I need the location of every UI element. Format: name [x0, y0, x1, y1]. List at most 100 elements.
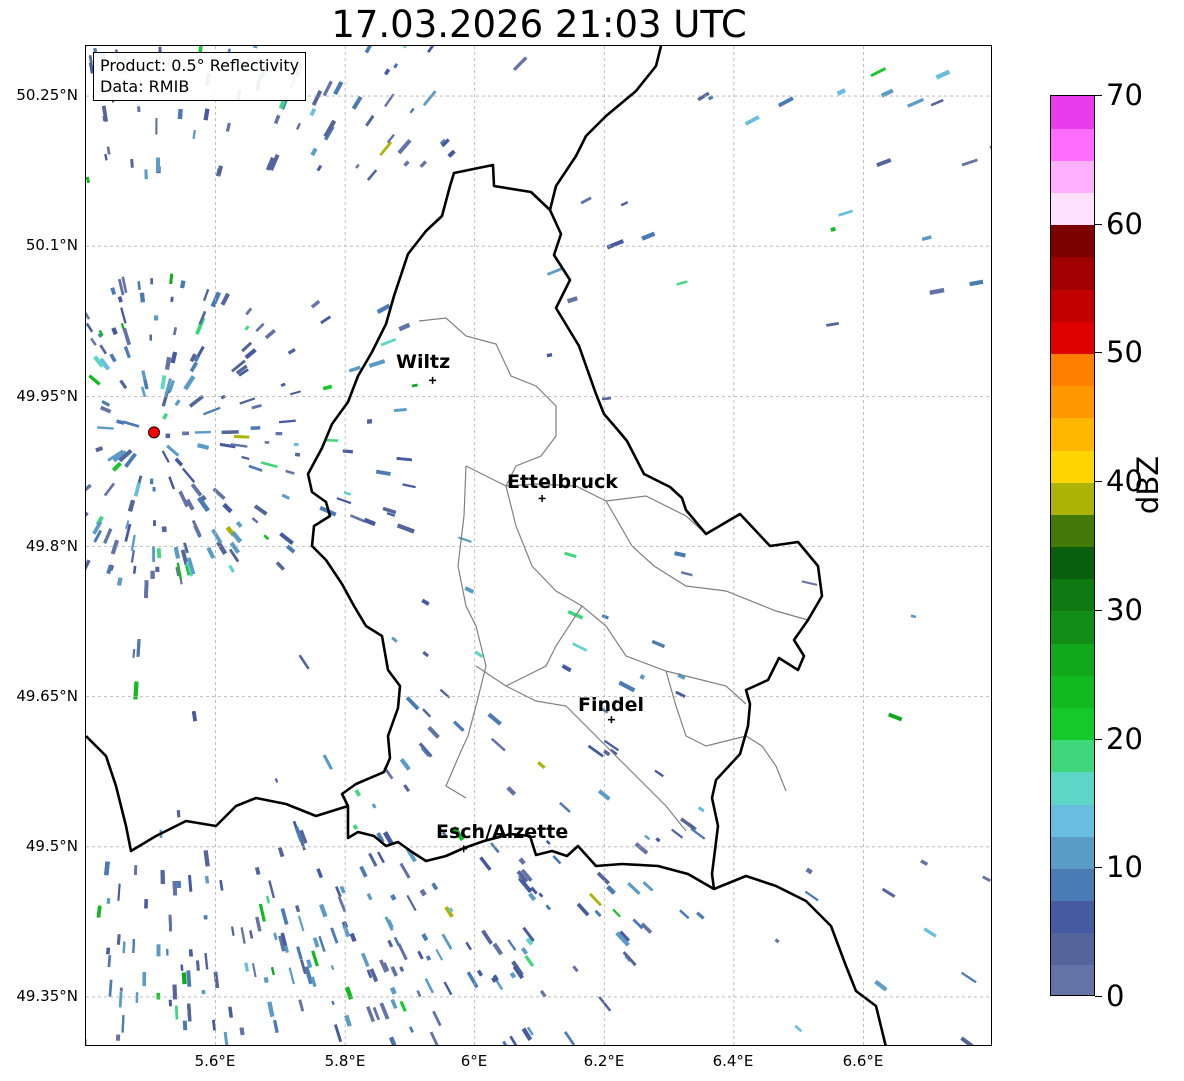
echo-cell [580, 196, 592, 205]
echo-cell [640, 922, 653, 934]
echo-cell [156, 157, 161, 173]
colorbar-tick-mark [1095, 481, 1102, 483]
echo-cell [90, 337, 97, 346]
echo-cell [375, 469, 391, 476]
echo-cell [680, 817, 696, 830]
echo-cell [447, 149, 456, 158]
echo-cell [251, 404, 262, 410]
echo-cell [559, 801, 571, 813]
echo-cell [191, 519, 202, 537]
echo-cell [355, 163, 360, 169]
colorbar-tick-mark [1095, 352, 1102, 354]
echo-cell [168, 999, 172, 1007]
echo-cell [390, 998, 398, 1010]
lat-tick-label: 50.25°N [16, 86, 78, 104]
echo-cell [174, 457, 184, 467]
echo-cell [176, 809, 181, 818]
echo-cell [403, 160, 410, 167]
city-label-esch-alzette: Esch/Alzette [436, 821, 569, 843]
echo-cell [88, 374, 101, 386]
echo-cell [132, 938, 135, 953]
echo-cell [566, 296, 578, 304]
echo-cell [379, 141, 393, 157]
reflectivity-layer [86, 46, 991, 1046]
echo-cell [696, 911, 705, 920]
echo-cell [177, 108, 183, 120]
echo-cell [425, 955, 432, 961]
echo-cell [881, 887, 896, 898]
canton-border [505, 605, 583, 687]
echo-cell [280, 908, 289, 926]
echo-cell [221, 430, 239, 435]
echo-cell [431, 882, 439, 891]
canton-border [418, 317, 557, 487]
echo-cell [876, 158, 892, 167]
echo-cell [130, 534, 136, 551]
echo-cell [86, 511, 89, 519]
colorbar-segment [1051, 96, 1094, 129]
echo-cell [465, 941, 473, 951]
echo-cell [422, 90, 437, 107]
echo-cell [155, 566, 160, 573]
echo-cell [443, 981, 453, 996]
echo-cell [402, 483, 416, 489]
echo-cell [97, 426, 114, 430]
echo-cell [117, 883, 121, 901]
echo-cell [680, 571, 693, 577]
echo-cell [129, 1045, 133, 1046]
echo-cell [304, 966, 314, 985]
echo-cell [422, 708, 432, 718]
echo-cell [169, 273, 174, 285]
echo-cell [86, 559, 91, 572]
echo-cell [155, 118, 158, 135]
echo-cell [774, 938, 780, 944]
echo-cell [333, 81, 344, 96]
lat-tick-label: 49.5°N [25, 837, 78, 855]
product-info-box: Product: 0.5° Reflectivity Data: RMIB [93, 52, 307, 101]
radar-map[interactable] [85, 45, 992, 1046]
echo-cell [287, 348, 296, 355]
echo-cell [133, 482, 141, 497]
echo-cell [921, 235, 932, 241]
echo-cell [697, 806, 705, 813]
echo-cell [929, 288, 945, 295]
echo-cell [368, 852, 378, 867]
echo-cell [137, 106, 141, 113]
echo-cell [384, 68, 391, 76]
echo-cell [255, 866, 261, 875]
echo-cell [524, 955, 535, 967]
echo-cell [164, 356, 172, 371]
echo-cell [982, 875, 991, 882]
product-label: Product: 0.5° Reflectivity [100, 56, 300, 75]
colorbar-segment [1051, 643, 1094, 676]
echo-cell [216, 540, 228, 555]
lat-tick-label: 49.95°N [16, 387, 78, 405]
echo-cell [887, 712, 903, 722]
echo-cell [249, 930, 254, 939]
echo-cell [251, 517, 259, 524]
echo-cell [419, 160, 428, 168]
echo-cell [219, 879, 224, 891]
echo-cell [424, 978, 435, 994]
borders [86, 46, 887, 1045]
echo-cell [194, 430, 211, 434]
echo-cell [406, 894, 417, 912]
echo-cell [690, 828, 706, 840]
echo-cell [348, 365, 361, 373]
echo-cell [122, 327, 131, 346]
echo-cell [300, 959, 307, 975]
echo-cell [124, 346, 131, 359]
echo-cell [189, 361, 198, 373]
echo-cell [417, 950, 424, 960]
echo-cell [512, 56, 528, 72]
echo-cell [203, 915, 208, 920]
echo-cell [212, 487, 226, 500]
echo-cell [213, 971, 220, 989]
echo-cell [149, 334, 152, 341]
echo-cell [502, 1040, 511, 1045]
echo-cell [509, 971, 517, 979]
echo-cell [371, 803, 377, 809]
echo-cell [309, 108, 317, 117]
echo-cell [545, 904, 552, 911]
echo-cell [231, 530, 243, 544]
